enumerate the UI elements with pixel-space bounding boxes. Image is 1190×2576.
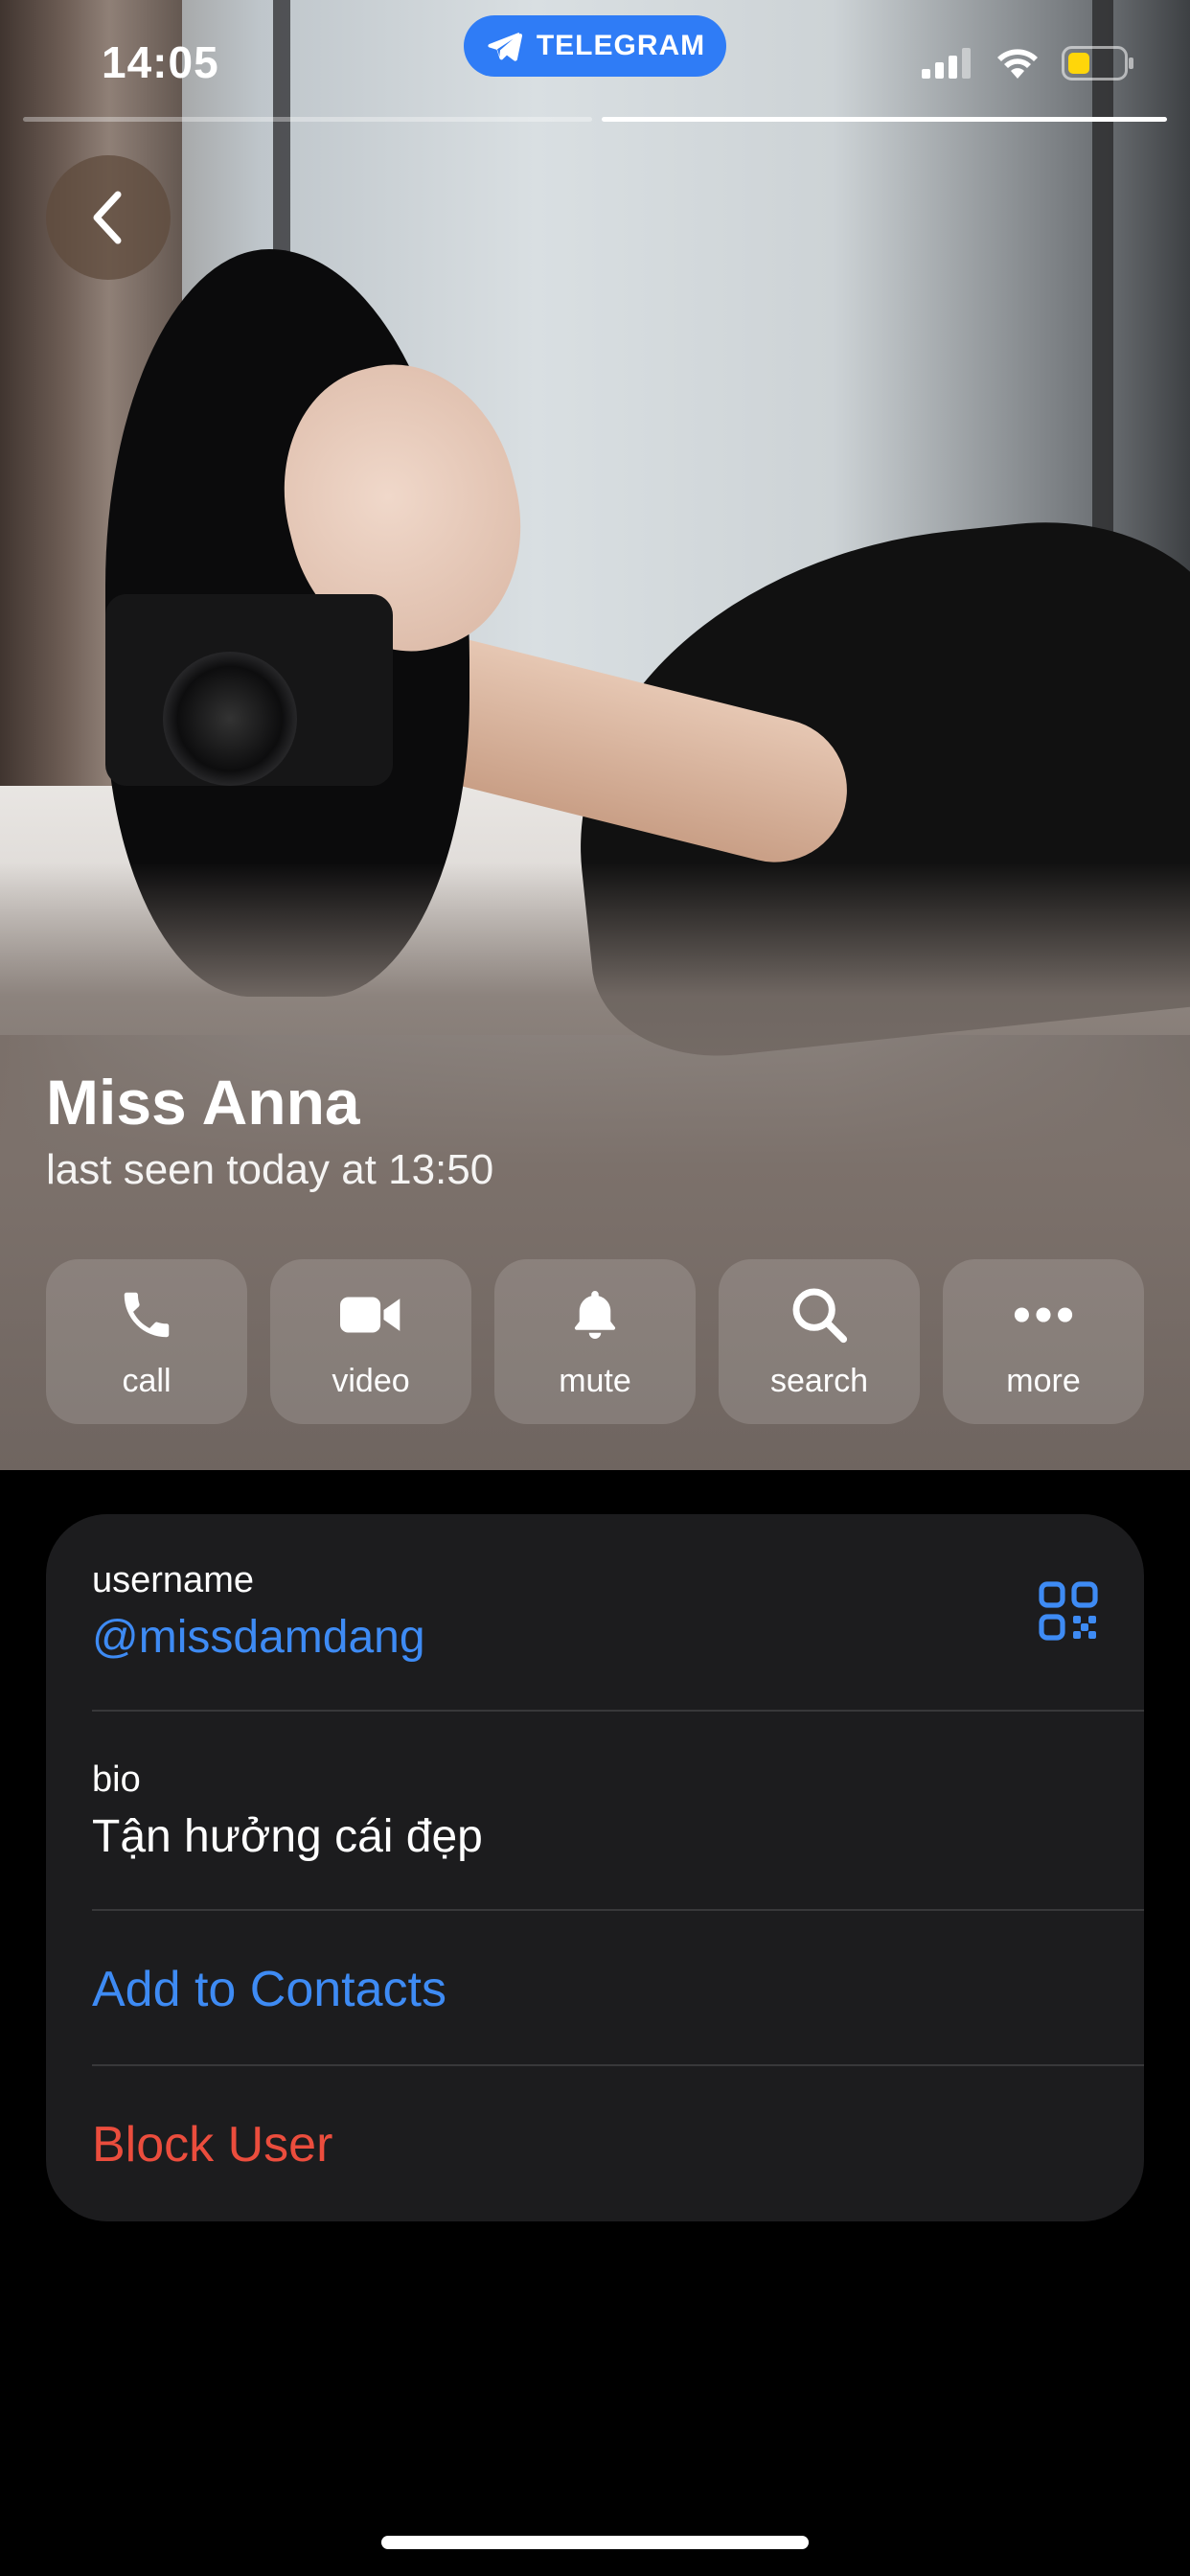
bio-row[interactable]: bio Tận hưởng cái đẹp xyxy=(92,1760,1098,1863)
info-card: username @missdamdang bio Tận hưởng cái … xyxy=(46,1514,1144,2221)
add-to-contacts-row[interactable]: Add to Contacts xyxy=(92,1961,1098,2018)
more-label: more xyxy=(1006,1362,1081,1399)
username-row[interactable]: username @missdamdang xyxy=(92,1560,1098,1664)
story-progress-segment-1 xyxy=(23,117,592,122)
back-button[interactable] xyxy=(46,155,171,280)
status-time: 14:05 xyxy=(102,37,219,87)
photo-camera-lens xyxy=(163,652,297,786)
username-value[interactable]: @missdamdang xyxy=(92,1611,1098,1664)
more-button[interactable]: more xyxy=(943,1259,1144,1424)
mute-button[interactable]: mute xyxy=(494,1259,696,1424)
qr-code-icon[interactable] xyxy=(1039,1581,1098,1641)
more-dots-icon xyxy=(1013,1284,1074,1346)
add-to-contacts-button[interactable]: Add to Contacts xyxy=(92,1961,1098,2018)
search-button[interactable]: search xyxy=(719,1259,920,1424)
story-progress-segment-2 xyxy=(602,117,1167,122)
bio-value: Tận hưởng cái đẹp xyxy=(92,1811,483,1862)
phone-icon xyxy=(116,1284,177,1346)
status-icons xyxy=(922,46,1134,80)
video-button[interactable]: video xyxy=(270,1259,471,1424)
username-caption: username xyxy=(92,1560,254,1600)
video-label: video xyxy=(332,1362,410,1399)
block-user-button[interactable]: Block User xyxy=(92,2116,1098,2174)
profile-photo[interactable] xyxy=(0,0,1190,1470)
profile-name: Miss Anna xyxy=(46,1067,360,1138)
battery-icon xyxy=(1062,46,1133,80)
wifi-icon xyxy=(997,49,1038,79)
telegram-pill-label: TELEGRAM xyxy=(536,30,706,61)
video-camera-icon xyxy=(340,1284,401,1346)
divider xyxy=(92,2064,1144,2066)
signal-icon xyxy=(922,48,971,79)
bell-icon xyxy=(564,1284,626,1346)
bio-caption: bio xyxy=(92,1760,141,1800)
telegram-app-pill[interactable]: TELEGRAM xyxy=(464,15,726,77)
home-indicator[interactable] xyxy=(381,2536,809,2549)
action-bar: call video mute search more xyxy=(46,1259,1144,1424)
divider xyxy=(92,1909,1144,1911)
mute-label: mute xyxy=(559,1362,631,1399)
telegram-icon xyxy=(488,32,522,61)
chevron-left-icon xyxy=(93,191,122,244)
search-label: search xyxy=(769,1362,869,1399)
profile-last-seen: last seen today at 13:50 xyxy=(46,1146,494,1193)
block-user-row[interactable]: Block User xyxy=(92,2116,1098,2174)
divider xyxy=(92,1710,1144,1712)
call-label: call xyxy=(122,1362,172,1399)
search-icon xyxy=(789,1284,850,1346)
call-button[interactable]: call xyxy=(46,1259,247,1424)
